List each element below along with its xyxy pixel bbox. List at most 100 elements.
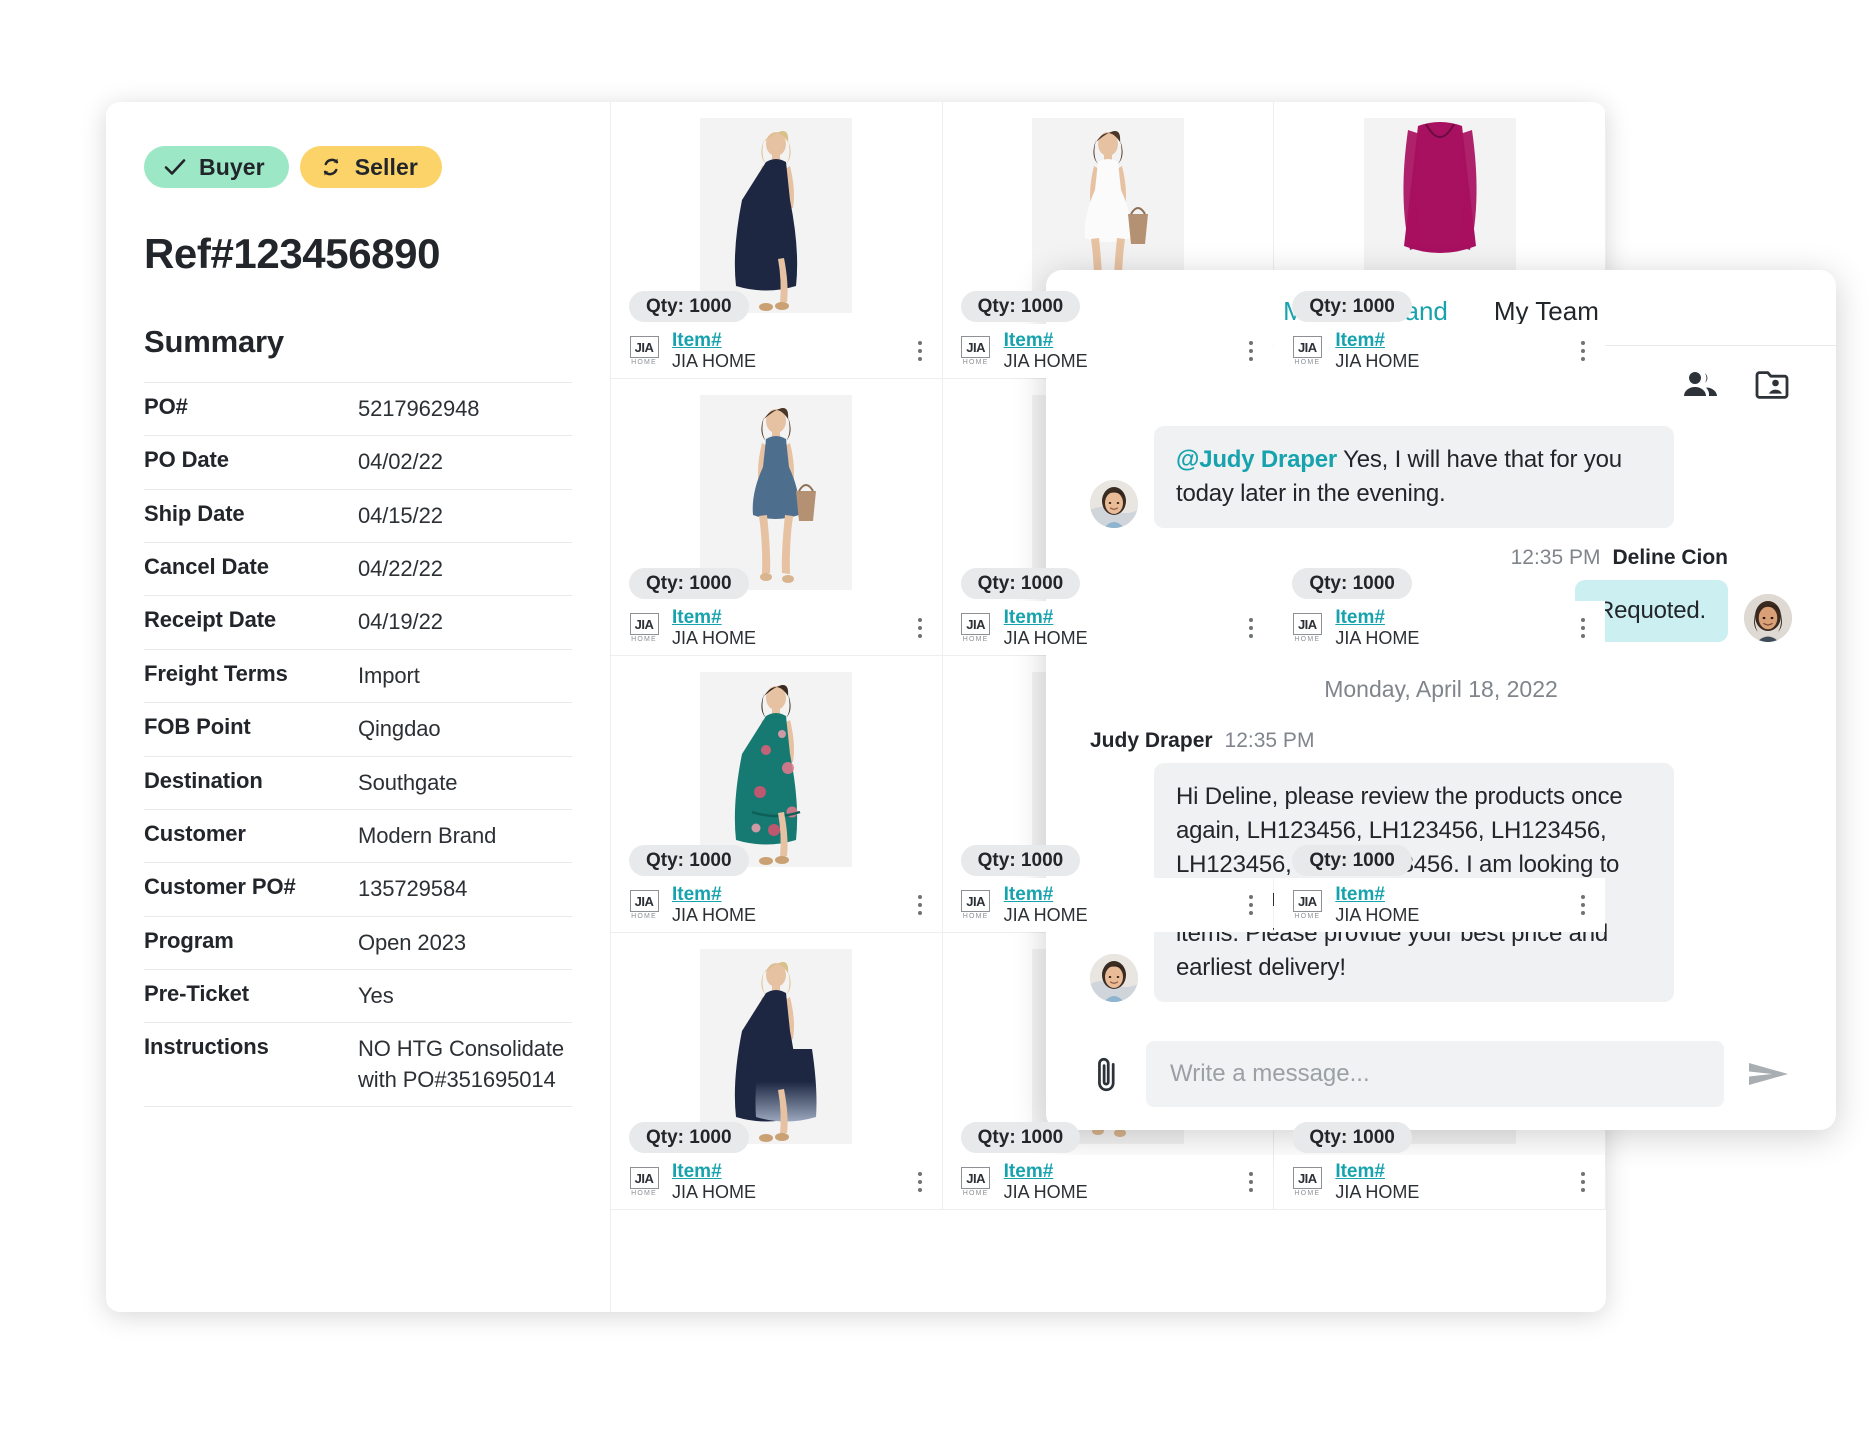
product-brand: JIA HOME [1335, 905, 1569, 927]
summary-row: CustomerModern Brand [144, 809, 572, 862]
date-divider: Monday, April 18, 2022 [1090, 676, 1792, 703]
product-more-options-icon[interactable] [906, 618, 928, 638]
summary-row: PO#5217962948 [144, 383, 572, 436]
product-footer: JIAHOMEItem#JIA HOME [1274, 324, 1605, 378]
order-summary-panel: Buyer Seller Ref#123456890 Summary [106, 102, 610, 1312]
product-footer: JIAHOME Item#JIA HOME [1274, 878, 1605, 932]
jia-logo-mark: JIA [630, 890, 659, 912]
badge-seller[interactable]: Seller [300, 146, 442, 188]
summary-row: Cancel Date04/22/22 [144, 543, 572, 596]
product-brand: JIA HOME [672, 1182, 906, 1204]
product-item-link[interactable]: Item# [1335, 884, 1569, 905]
summary-row-label: Freight Terms [144, 649, 358, 702]
product-qty-badge: Qty: 1000 [629, 845, 749, 876]
summary-row-value: NO HTG Consolidate with PO#351695014 [358, 1023, 572, 1107]
product-more-options-icon[interactable] [1569, 895, 1591, 915]
page-title: Ref#123456890 [144, 230, 610, 278]
summary-row-label: PO Date [144, 436, 358, 489]
product-footer: JIAHOMEItem#JIA HOME [1274, 601, 1605, 655]
message-input[interactable] [1146, 1041, 1724, 1107]
send-icon[interactable] [1746, 1057, 1792, 1091]
product-meta: Item#JIA HOME [672, 607, 906, 650]
summary-row: InstructionsNO HTG Consolidate with PO#3… [144, 1023, 572, 1107]
product-item-link[interactable]: Item# [672, 884, 906, 905]
message-sender: Deline Cion [1612, 546, 1728, 570]
product-brand: JIA HOME [1335, 628, 1569, 650]
product-more-options-icon[interactable] [1237, 1172, 1259, 1192]
product-brand: JIA HOME [1004, 351, 1238, 373]
summary-row-label: Ship Date [144, 489, 358, 542]
product-more-options-icon[interactable] [906, 895, 928, 915]
summary-row-label: Destination [144, 756, 358, 809]
product-more-options-icon[interactable] [1569, 1172, 1591, 1192]
jia-home-logo-icon: JIAHOME [627, 611, 661, 645]
summary-row-label: Instructions [144, 1023, 358, 1107]
jia-home-logo-icon: JIAHOME [1290, 334, 1324, 368]
product-item-link[interactable]: Item# [1004, 884, 1238, 905]
product-item-link[interactable]: Item# [1004, 607, 1238, 628]
summary-row-label: Receipt Date [144, 596, 358, 649]
product-item-link[interactable]: Item# [672, 330, 906, 351]
product-more-options-icon[interactable] [1237, 341, 1259, 361]
summary-row-label: Cancel Date [144, 543, 358, 596]
product-item-link[interactable]: Item# [1335, 1161, 1569, 1182]
product-card[interactable]: Qty: 1000JIAHOMEItem#JIA HOME [611, 656, 943, 933]
mention-judy-draper[interactable]: @Judy Draper [1176, 446, 1337, 473]
product-card[interactable]: Qty: 1000JIAHOMEItem#JIA HOME [611, 102, 943, 379]
check-icon [162, 154, 188, 180]
message-time: 12:35 PM [1225, 729, 1315, 753]
product-item-link[interactable]: Item# [672, 607, 906, 628]
product-card[interactable]: Qty: 1000JIAHOMEItem#JIA HOME [943, 102, 1275, 379]
product-image [700, 672, 852, 867]
summary-row-value: 04/02/22 [358, 436, 572, 489]
jia-home-logo-icon: JIAHOME [959, 611, 993, 645]
product-card[interactable]: Qty: 1000 JIAHOME Item#JIA HOME [611, 379, 943, 656]
badge-seller-label: Seller [355, 154, 418, 181]
jia-logo-sub: HOME [963, 913, 989, 920]
badge-buyer[interactable]: Buyer [144, 146, 289, 188]
jia-logo-sub: HOME [631, 913, 657, 920]
summary-row-value: 5217962948 [358, 383, 572, 436]
product-more-options-icon[interactable] [1569, 618, 1591, 638]
product-meta: Item#JIA HOME [672, 1161, 906, 1204]
product-footer: JIAHOMEItem#JIA HOME [943, 878, 1274, 932]
summary-heading: Summary [144, 324, 610, 360]
product-meta: Item#JIA HOME [1335, 1161, 1569, 1204]
product-footer: JIAHOMEItem#JIA HOME [1274, 1155, 1605, 1209]
paperclip-icon[interactable] [1090, 1052, 1124, 1096]
product-more-options-icon[interactable] [1237, 618, 1259, 638]
jia-home-logo-icon: JIAHOME [627, 1165, 661, 1199]
people-icon[interactable] [1682, 369, 1720, 399]
product-brand: JIA HOME [672, 628, 906, 650]
summary-row-label: PO# [144, 383, 358, 436]
jia-home-logo-icon: JIAHOME [627, 334, 661, 368]
product-qty-badge: Qty: 1000 [629, 568, 749, 599]
product-item-link[interactable]: Item# [1335, 330, 1569, 351]
product-more-options-icon[interactable] [906, 341, 928, 361]
product-brand: JIA HOME [1335, 1182, 1569, 1204]
product-footer: JIAHOMEItem#JIA HOME [611, 324, 942, 378]
summary-row-value: Import [358, 649, 572, 702]
product-qty-badge: Qty: 1000 [1292, 1122, 1412, 1153]
product-more-options-icon[interactable] [1237, 895, 1259, 915]
product-item-link[interactable]: Item# [1004, 1161, 1238, 1182]
product-meta: Item#JIA HOME [1335, 884, 1569, 927]
product-item-link[interactable]: Item# [672, 1161, 906, 1182]
product-card[interactable]: Qty: 1000JIAHOMEItem#JIA HOME [1274, 102, 1606, 379]
summary-row: Pre-TicketYes [144, 969, 572, 1022]
product-qty-badge: Qty: 1000 [1292, 845, 1412, 876]
product-brand: JIA HOME [1004, 905, 1238, 927]
product-card[interactable]: Qty: 1000 JIAHOME Item#JIA HOME [611, 933, 943, 1210]
message-meta-outgoing-1: 12:35 PM Deline Cion [1090, 546, 1792, 570]
product-qty-badge: Qty: 1000 [629, 1122, 749, 1153]
product-more-options-icon[interactable] [906, 1172, 928, 1192]
summary-row-value: Yes [358, 969, 572, 1022]
badge-buyer-label: Buyer [199, 154, 265, 181]
product-more-options-icon[interactable] [1569, 341, 1591, 361]
jia-home-logo-icon: JIAHOME [1290, 888, 1324, 922]
product-item-link[interactable]: Item# [1004, 330, 1238, 351]
product-item-link[interactable]: Item# [1335, 607, 1569, 628]
folder-user-icon[interactable] [1754, 368, 1790, 400]
product-footer: JIAHOME Item#JIA HOME [611, 1155, 942, 1209]
summary-row-value: 04/19/22 [358, 596, 572, 649]
